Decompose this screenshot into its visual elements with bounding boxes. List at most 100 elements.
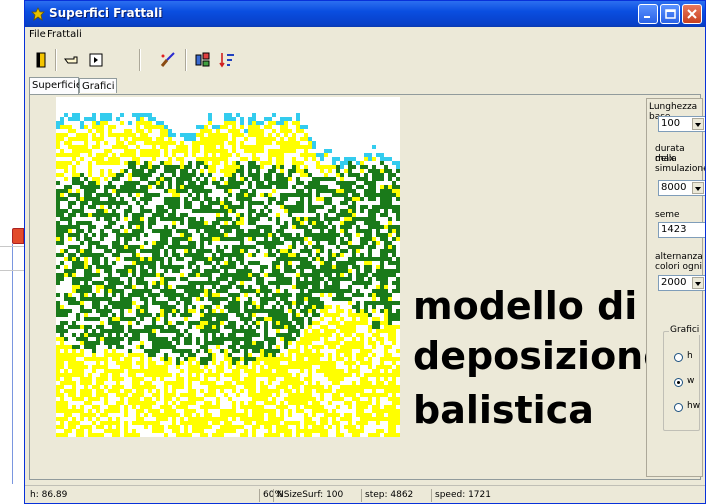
deposited-particle — [156, 213, 160, 217]
radio-hw[interactable] — [674, 403, 683, 412]
menu-file[interactable]: File — [29, 29, 46, 40]
deposited-particle — [152, 429, 156, 433]
deposited-particle — [196, 417, 200, 421]
color-alternation-value: 2000 — [661, 277, 687, 288]
radio-h[interactable] — [674, 353, 683, 362]
deposited-particle — [144, 285, 148, 289]
deposited-particle — [396, 177, 400, 181]
deposited-particle — [108, 425, 112, 429]
deposited-particle — [236, 293, 240, 297]
deposited-particle — [316, 361, 320, 365]
brush-icon[interactable] — [158, 50, 178, 70]
deposited-particle — [364, 217, 368, 221]
deposited-particle — [148, 337, 152, 341]
deposited-particle — [372, 321, 376, 325]
deposited-particle — [236, 185, 240, 189]
maximize-button[interactable] — [660, 4, 680, 24]
deposited-particle — [128, 337, 132, 341]
deposited-particle — [76, 153, 80, 157]
chevron-down-icon[interactable] — [692, 118, 704, 130]
deposited-particle — [92, 197, 96, 201]
deposited-particle — [356, 313, 360, 317]
deposited-particle — [88, 249, 92, 253]
deposited-particle — [232, 169, 236, 173]
sort-icon[interactable] — [217, 50, 237, 70]
deposited-particle — [308, 333, 312, 337]
deposited-particle — [296, 393, 300, 397]
deposited-particle — [88, 237, 92, 241]
title-bar[interactable]: Superfici Frattali — [25, 1, 705, 27]
deposited-particle — [196, 141, 200, 145]
deposited-particle — [224, 209, 228, 213]
deposited-particle — [228, 409, 232, 413]
tab-superficie[interactable]: Superficie — [29, 77, 82, 94]
deposited-particle — [192, 149, 196, 153]
deposited-particle — [196, 269, 200, 273]
deposited-particle — [112, 313, 116, 317]
deposited-particle — [256, 413, 260, 417]
deposited-particle — [380, 157, 384, 161]
door-exit-icon[interactable] — [31, 50, 51, 70]
chevron-down-icon[interactable] — [692, 277, 704, 289]
deposited-particle — [344, 209, 348, 213]
palette-icon[interactable] — [193, 50, 213, 70]
deposited-particle — [224, 153, 228, 157]
close-button[interactable] — [682, 4, 702, 24]
deposited-particle — [140, 153, 144, 157]
deposited-particle — [68, 129, 72, 133]
deposited-particle — [268, 201, 272, 205]
tab-grafici[interactable]: Grafici — [79, 78, 117, 93]
deposited-particle — [252, 417, 256, 421]
seed-input[interactable]: 1423 — [658, 222, 705, 238]
deposited-particle — [348, 429, 352, 433]
deposited-particle — [272, 317, 276, 321]
deposited-particle — [116, 233, 120, 237]
deposited-particle — [396, 417, 400, 421]
deposited-particle — [144, 185, 148, 189]
deposited-particle — [84, 317, 88, 321]
radio-w[interactable] — [674, 378, 683, 387]
deposited-particle — [336, 245, 340, 249]
deposited-particle — [168, 257, 172, 261]
deposited-particle — [140, 361, 144, 365]
deposited-particle — [384, 393, 388, 397]
deposited-particle — [68, 161, 72, 165]
chevron-down-icon[interactable] — [692, 182, 704, 194]
deposited-particle — [192, 185, 196, 189]
deposited-particle — [356, 333, 360, 337]
deposited-particle — [156, 365, 160, 369]
deposited-particle — [60, 405, 64, 409]
deposited-particle — [76, 257, 80, 261]
deposited-particle — [56, 241, 60, 245]
deposited-particle — [68, 117, 72, 121]
deposited-particle — [76, 193, 80, 197]
base-length-combo[interactable]: 100 — [658, 116, 705, 132]
deposited-particle — [92, 189, 96, 193]
deposited-particle — [84, 289, 88, 293]
deposited-particle — [284, 133, 288, 137]
deposited-particle — [392, 333, 396, 337]
deposited-particle — [380, 329, 384, 333]
deposited-particle — [376, 317, 380, 321]
hand-pointer-icon[interactable] — [62, 50, 82, 70]
minimize-button[interactable] — [638, 4, 658, 24]
deposited-particle — [164, 321, 168, 325]
deposited-particle — [112, 261, 116, 265]
step-forward-icon[interactable] — [86, 50, 106, 70]
max-duration-combo[interactable]: 8000 — [658, 180, 705, 196]
deposited-particle — [280, 181, 284, 185]
deposited-particle — [296, 221, 300, 225]
deposited-particle — [156, 149, 160, 153]
deposited-particle — [68, 413, 72, 417]
deposited-particle — [256, 277, 260, 281]
deposited-particle — [336, 261, 340, 265]
deposited-particle — [200, 221, 204, 225]
deposited-particle — [84, 117, 88, 121]
deposited-particle — [112, 221, 116, 225]
menu-frattali[interactable]: Frattali — [47, 29, 82, 40]
color-alternation-combo[interactable]: 2000 — [658, 275, 705, 291]
deposited-particle — [280, 309, 284, 313]
deposited-particle — [152, 361, 156, 365]
deposited-particle — [356, 269, 360, 273]
background-close-icon[interactable] — [12, 228, 24, 244]
